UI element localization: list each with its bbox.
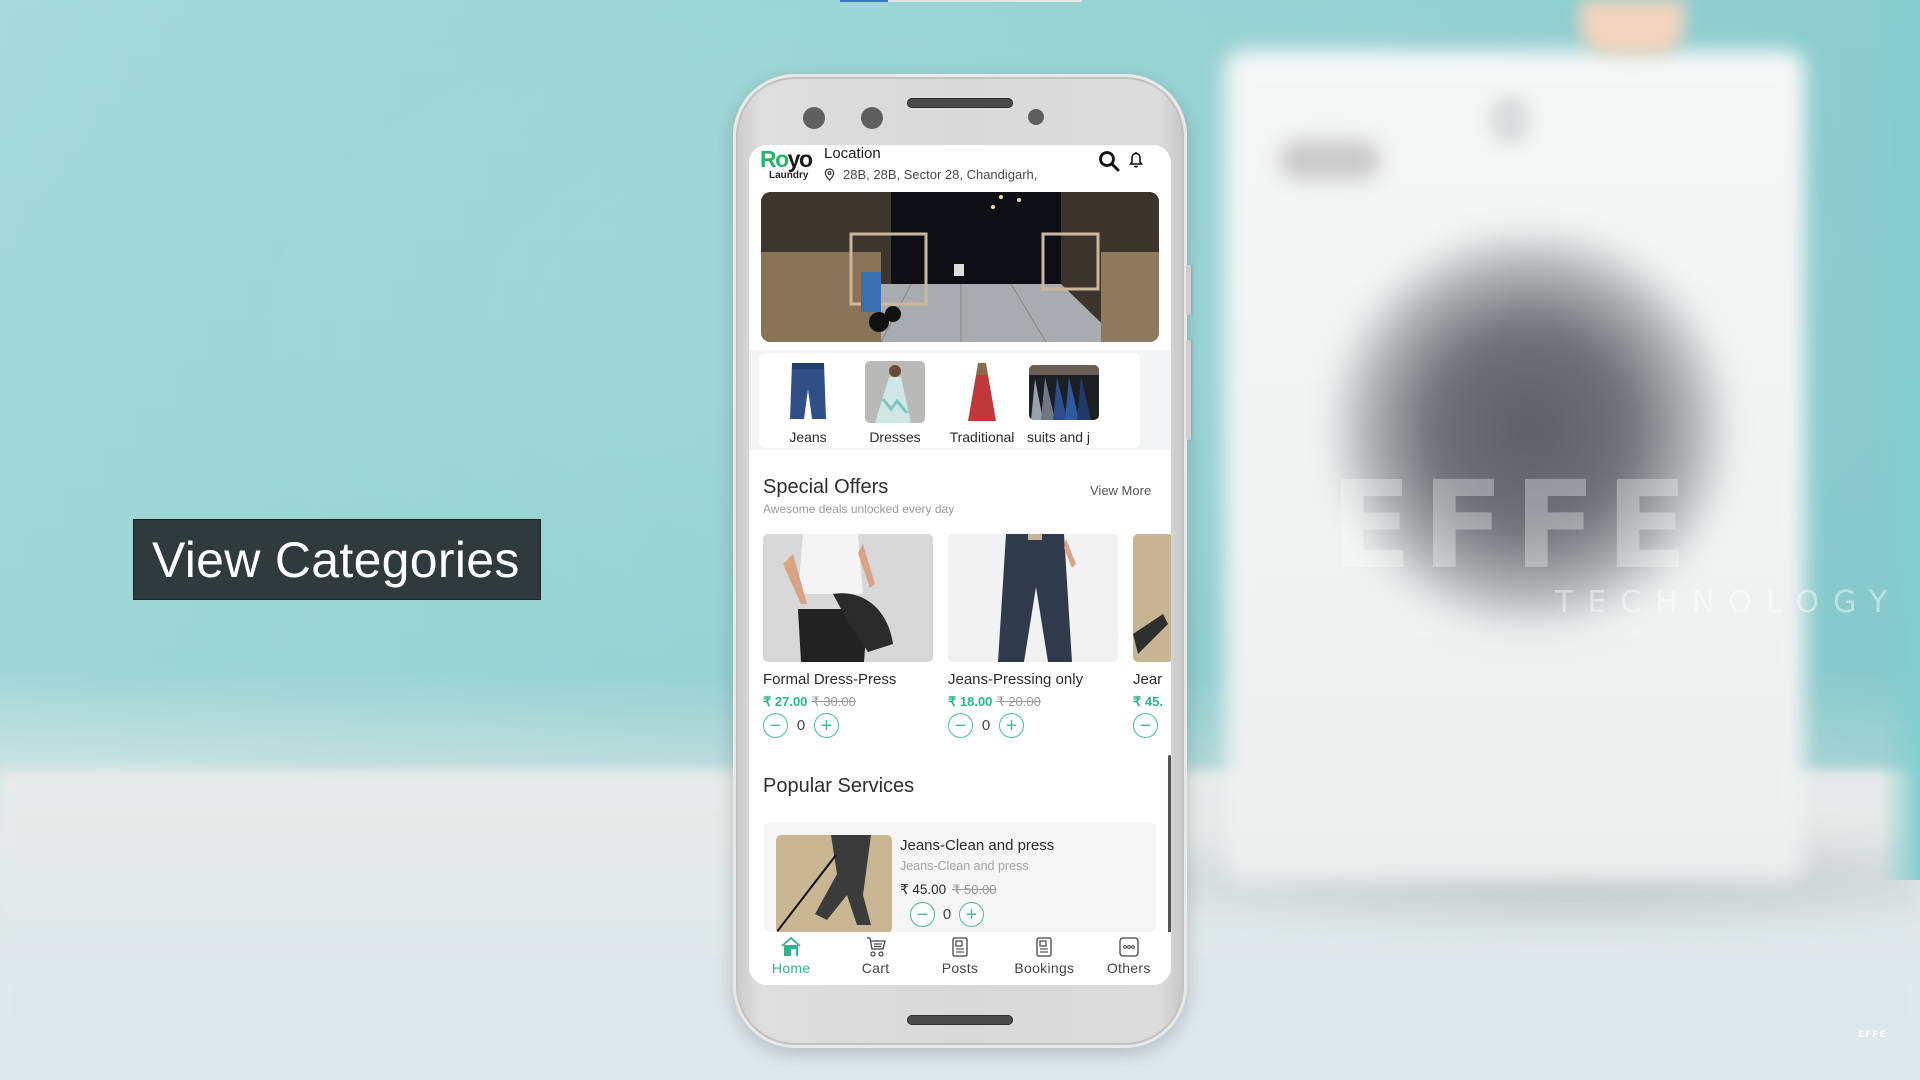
nav-bookings[interactable]: Bookings — [1002, 936, 1086, 976]
scrollbar[interactable] — [1168, 755, 1171, 935]
more-icon — [1119, 937, 1139, 957]
special-offers-title: Special Offers — [763, 476, 889, 498]
logo-subtitle: Laundry — [769, 170, 809, 181]
address-text: 28B, 28B, Sector 28, Chandigarh, — [843, 167, 1038, 182]
jeans-clean-image — [1133, 534, 1171, 662]
increase-button[interactable]: + — [814, 713, 839, 738]
special-offers-subtitle: Awesome deals unlocked every day — [763, 502, 955, 516]
video-progress-fill — [840, 0, 889, 2]
volume-button — [1186, 265, 1191, 315]
app-screen: Royo Laundry Location 28B, 28B, Sector 2… — [749, 145, 1171, 985]
category-label: Dresses — [869, 429, 921, 445]
service-name: Jeans-Clean and press — [900, 837, 1055, 854]
proximity-sensor — [1028, 109, 1044, 125]
nav-label: Cart — [861, 960, 890, 976]
nav-posts[interactable]: Posts — [918, 936, 1002, 976]
formal-dress-image — [763, 534, 933, 662]
location-selector[interactable]: 28B, 28B, Sector 28, Chandigarh, — [824, 167, 1037, 182]
caption-text: View Categories — [152, 531, 520, 588]
offer-old-price: ₹ 20.00 — [996, 694, 1041, 709]
category-traditional[interactable]: Traditional — [933, 353, 1031, 448]
service-description: Jeans-Clean and press — [900, 859, 1029, 873]
quantity-stepper: − 0 + — [763, 713, 933, 738]
offer-price: ₹ 45. — [1133, 694, 1163, 709]
offer-card[interactable]: Jeans-Pressing only ₹ 18.00 ₹ 20.00 − 0 + — [948, 534, 1118, 738]
washing-machine-knob — [1490, 95, 1530, 145]
posts-icon — [952, 937, 968, 957]
traditional-dress-image — [952, 361, 1012, 423]
power-button — [1186, 340, 1191, 440]
category-label: suits and j — [1027, 429, 1091, 445]
service-old-price: ₹ 50.00 — [952, 882, 997, 897]
offer-price: ₹ 27.00 — [763, 694, 808, 709]
cart-icon — [866, 937, 886, 957]
view-more-link[interactable]: View More — [1090, 483, 1151, 498]
corner-logo: EFFE — [1858, 1030, 1887, 1040]
nav-label: Others — [1106, 960, 1151, 976]
video-progress-bar[interactable] — [840, 0, 1082, 2]
nav-label: Bookings — [1014, 960, 1075, 976]
category-label: Jeans — [789, 429, 827, 445]
washing-machine-panel — [1280, 140, 1380, 180]
search-icon[interactable] — [1098, 150, 1120, 172]
watermark-logo: EFFE — [1330, 457, 1698, 596]
nav-label: Home — [771, 960, 811, 976]
offer-old-price: ₹ 30.00 — [811, 694, 856, 709]
service-image — [776, 835, 892, 933]
offer-name: Formal Dress-Press — [763, 671, 897, 688]
earpiece-speaker — [907, 98, 1013, 108]
bottom-navigation: Home Cart Posts Bookings Others — [749, 932, 1171, 985]
nav-label: Posts — [941, 960, 979, 976]
category-label: Traditional — [949, 429, 1015, 445]
suits-image — [1029, 365, 1099, 420]
dress-image — [865, 361, 925, 423]
logo-text-yo: yo — [787, 146, 813, 172]
increase-button[interactable]: + — [959, 902, 984, 927]
jeans-pressing-image — [948, 534, 1118, 662]
offer-name: Jear — [1133, 671, 1163, 688]
quantity-value: 0 — [796, 717, 806, 734]
bell-icon[interactable] — [1129, 151, 1143, 169]
nav-home[interactable]: Home — [749, 936, 833, 976]
popular-services-title: Popular Services — [763, 775, 915, 797]
decrease-button[interactable]: − — [910, 902, 935, 927]
laundromat-banner-image — [761, 192, 1159, 342]
decrease-button[interactable]: − — [763, 713, 788, 738]
quantity-value: 0 — [981, 717, 991, 734]
location-pin-icon — [824, 168, 835, 181]
royo-laundry-logo[interactable]: Royo Laundry — [760, 147, 816, 181]
promo-banner[interactable] — [761, 192, 1159, 342]
category-strip: Jeans Dresses Traditional suits and j — [749, 350, 1171, 450]
category-dresses[interactable]: Dresses — [846, 353, 944, 448]
logo-text-ro: Ro — [760, 146, 789, 172]
offer-card[interactable]: Formal Dress-Press ₹ 27.00 ₹ 30.00 − 0 + — [763, 534, 933, 738]
wall-edge — [1880, 0, 1920, 880]
front-sensor — [861, 107, 883, 129]
increase-button[interactable]: + — [999, 713, 1024, 738]
decrease-button[interactable]: − — [1133, 713, 1158, 738]
home-icon — [781, 936, 801, 956]
decrease-button[interactable]: − — [948, 713, 973, 738]
nav-cart[interactable]: Cart — [834, 936, 918, 976]
app-header: Royo Laundry Location 28B, 28B, Sector 2… — [749, 145, 1171, 189]
category-jeans[interactable]: Jeans — [759, 353, 857, 448]
service-price: ₹ 45.00 — [900, 882, 947, 897]
location-label: Location — [824, 145, 881, 162]
service-card[interactable]: Jeans-Clean and press Jeans-Clean and pr… — [764, 822, 1156, 933]
front-camera — [803, 107, 825, 129]
watermark-tagline: TECHNOLOGY — [1555, 585, 1902, 620]
category-suits[interactable]: suits and j — [1020, 353, 1140, 448]
bottom-speaker — [907, 1015, 1013, 1025]
offer-price: ₹ 18.00 — [948, 694, 993, 709]
quantity-stepper: − 0 + — [948, 713, 1118, 738]
offer-name: Jeans-Pressing only — [948, 671, 1084, 688]
caption-box: View Categories — [133, 519, 541, 600]
quantity-stepper: − 0 + — [910, 902, 984, 927]
jeans-image — [778, 361, 838, 423]
bookings-icon — [1036, 937, 1053, 957]
offer-card-partial[interactable]: Jear ₹ 45. − — [1133, 534, 1171, 738]
nav-others[interactable]: Others — [1087, 936, 1171, 976]
hand — [1580, 0, 1685, 55]
quantity-value: 0 — [942, 906, 952, 923]
